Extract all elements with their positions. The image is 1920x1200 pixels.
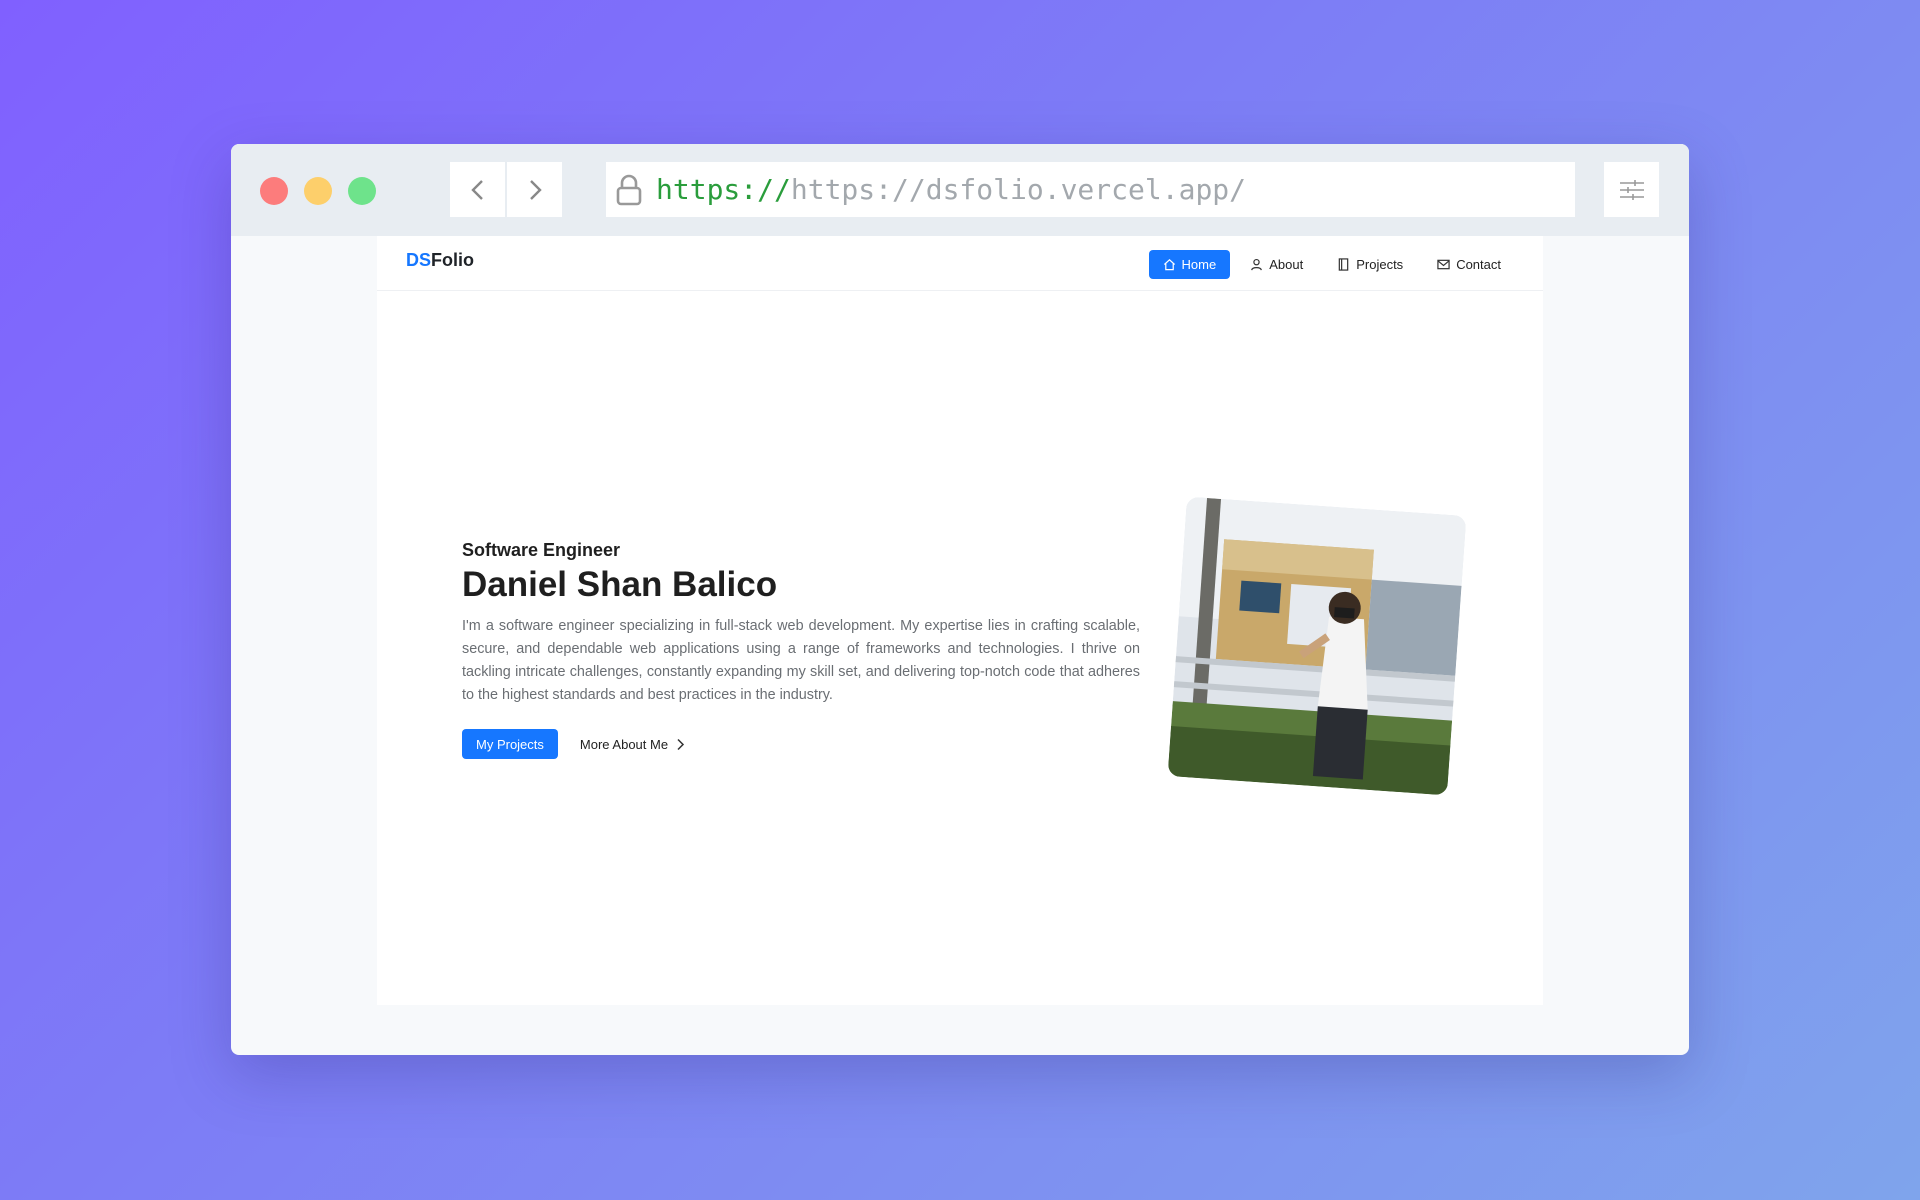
book-icon [1338,258,1349,271]
address-bar[interactable]: https:// https://dsfolio.vercel.app/ [606,162,1575,217]
hero-bio: I'm a software engineer specializing in … [462,618,1140,703]
forward-button[interactable] [507,162,562,217]
nav-about-label: About [1269,257,1304,272]
browser-window: https:// https://dsfolio.vercel.app/ DSF… [231,144,1689,1055]
my-projects-button[interactable]: My Projects [462,729,558,759]
nav-about[interactable]: About [1236,250,1317,279]
url-text: https://dsfolio.vercel.app/ [790,173,1247,206]
nav-contact[interactable]: Contact [1423,250,1515,279]
close-window-button[interactable] [260,177,288,205]
profile-photo-image [1167,496,1467,796]
url-scheme: https:// [656,173,791,206]
maximize-window-button[interactable] [348,177,376,205]
hero-actions: My Projects More About Me [462,729,1140,759]
nav-projects[interactable]: Projects [1323,250,1417,279]
nav-projects-label: Projects [1356,257,1404,272]
site-header: DSFolio Home About Projects Contact [377,236,1543,291]
sliders-icon [1619,179,1644,200]
nav-home[interactable]: Home [1148,250,1231,279]
browser-toolbar: https:// https://dsfolio.vercel.app/ [231,144,1689,236]
web-page: DSFolio Home About Projects Contact Soft… [377,236,1543,1005]
hero-name: Daniel Shan Balico [462,565,778,604]
brand-suffix: Folio [431,250,475,270]
mail-icon [1437,259,1450,270]
site-nav: Home About Projects Contact [1148,250,1515,279]
chevron-right-icon [677,738,685,750]
home-icon [1163,259,1175,271]
profile-photo [1167,496,1467,796]
back-button[interactable] [450,162,505,217]
brand-prefix: DS [406,250,432,270]
minimize-window-button[interactable] [304,177,332,205]
more-about-me-label: More About Me [579,736,669,752]
nav-contact-label: Contact [1456,257,1501,272]
site-logo[interactable]: DSFolio [406,250,474,271]
hero-subtitle: Software Engineer [462,540,621,560]
hero-section: Software Engineer Daniel Shan Balico I'm… [462,540,1140,759]
chevron-left-icon [470,179,483,200]
lock-icon [616,173,646,207]
nav-home-label: Home [1181,257,1217,272]
settings-button[interactable] [1604,162,1659,217]
user-icon [1251,258,1263,271]
more-about-me-link[interactable]: More About Me [580,737,685,752]
chevron-right-icon [529,179,542,200]
